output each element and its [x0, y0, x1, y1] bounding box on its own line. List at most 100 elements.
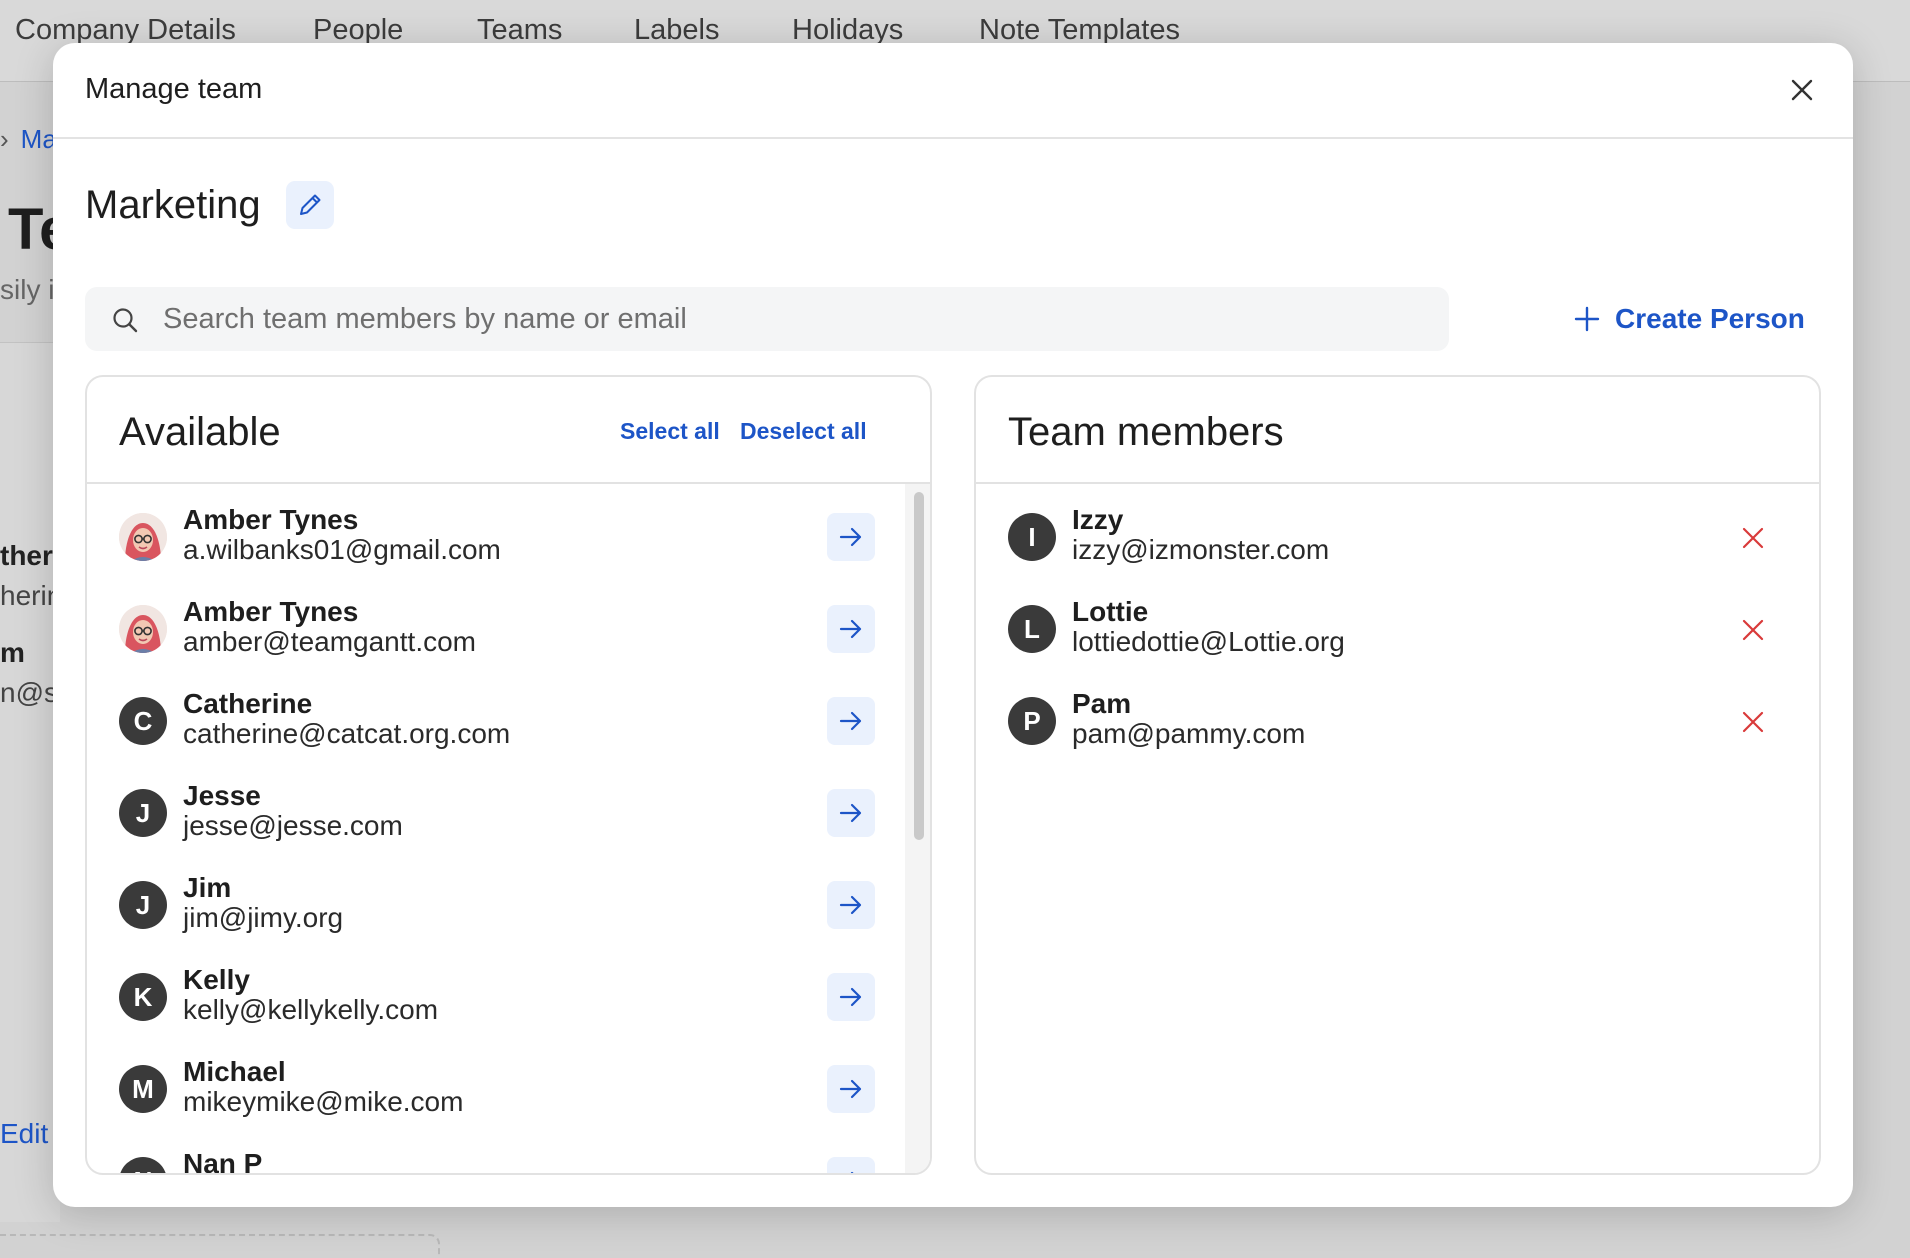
avatar — [119, 513, 167, 561]
edit-team-name-button[interactable] — [286, 181, 334, 229]
search-icon — [113, 308, 138, 333]
add-to-team-button[interactable] — [827, 881, 875, 929]
arrow-right-icon — [850, 1171, 854, 1173]
page-subtitle: sily i — [0, 274, 55, 305]
avatar — [119, 605, 167, 653]
person-name: Amber Tynes — [183, 596, 359, 627]
team-members-title: Team members — [1008, 410, 1284, 454]
list-item: I Izzy izzy@izmonster.com — [976, 490, 1819, 582]
search-input[interactable] — [163, 287, 1433, 351]
select-all-button[interactable]: Select all — [620, 418, 720, 445]
list-item: L Lottie lottiedottie@Lottie.org — [976, 582, 1819, 674]
person-email: a.wilbanks01@gmail.com — [183, 534, 501, 565]
team-name: Marketing — [85, 183, 261, 227]
pencil-icon — [300, 194, 321, 215]
person-name: Michael — [183, 1056, 286, 1087]
arrow-right-icon — [839, 527, 862, 547]
breadcrumb: › Ma — [0, 124, 57, 155]
add-to-team-button[interactable] — [827, 605, 875, 653]
list-item: J Jesse jesse@jesse.com — [87, 766, 930, 858]
list-item: M Michael mikeymike@mike.com — [87, 1042, 930, 1134]
arrow-right-icon — [839, 711, 862, 731]
add-to-team-button[interactable] — [827, 513, 875, 561]
avatar: I — [1008, 513, 1056, 561]
add-to-team-button[interactable] — [827, 1065, 875, 1113]
team-members-list: I Izzy izzy@izmonster.com L Lottie lotti… — [976, 484, 1819, 1173]
person-name: Pam — [1072, 688, 1132, 719]
arrow-right-icon — [839, 803, 862, 823]
background-member-name: ther — [0, 540, 53, 571]
person-email: izzy@izmonster.com — [1072, 534, 1330, 565]
add-to-team-button[interactable] — [827, 973, 875, 1021]
person-name: Catherine — [183, 688, 313, 719]
list-item: Amber Tynes amber@teamgantt.com — [87, 582, 930, 674]
close-icon — [1791, 79, 1813, 101]
person-name: Kelly — [183, 964, 250, 995]
list-item: C Catherine catherine@catcat.org.com — [87, 674, 930, 766]
add-to-team-button[interactable] — [827, 697, 875, 745]
avatar: L — [1008, 605, 1056, 653]
list-item: N Nan P — [87, 1134, 930, 1175]
avatar-photo — [119, 513, 167, 561]
breadcrumb-link[interactable]: Ma — [21, 124, 57, 154]
avatar: J — [119, 881, 167, 929]
modal-header: Manage team — [53, 43, 1853, 139]
scrollbar-thumb[interactable] — [914, 492, 924, 840]
avatar: N — [119, 1157, 167, 1173]
background-team-card — [0, 342, 60, 1222]
person-email: lottiedottie@Lottie.org — [1072, 626, 1345, 657]
avatar: M — [119, 1065, 167, 1113]
available-title: Available — [119, 410, 281, 454]
remove-from-team-button[interactable] — [1733, 610, 1773, 650]
close-button[interactable] — [1785, 73, 1819, 107]
person-email: mikeymike@mike.com — [183, 1086, 464, 1117]
person-email: jesse@jesse.com — [183, 810, 403, 841]
list-item: K Kelly kelly@kellykelly.com — [87, 950, 930, 1042]
arrow-right-icon — [839, 619, 862, 639]
person-email: kelly@kellykelly.com — [183, 994, 439, 1025]
chevron-right-icon: › — [0, 124, 9, 154]
person-name: Nan P — [183, 1148, 263, 1175]
available-panel: Available Select all Deselect all Amber … — [85, 375, 932, 1175]
avatar: C — [119, 697, 167, 745]
x-icon — [1742, 527, 1764, 549]
search-bar — [85, 287, 1449, 351]
person-email: pam@pammy.com — [1072, 718, 1306, 749]
list-item: J Jim jim@jimy.org — [87, 858, 930, 950]
add-to-team-button[interactable] — [827, 1157, 875, 1173]
team-members-panel-header: Team members — [976, 377, 1819, 484]
person-name: Jesse — [183, 780, 261, 811]
avatar: J — [119, 789, 167, 837]
remove-from-team-button[interactable] — [1733, 702, 1773, 742]
avatar: P — [1008, 697, 1056, 745]
avatar-photo — [119, 605, 167, 653]
person-name: Izzy — [1072, 504, 1124, 535]
plus-icon — [1574, 306, 1600, 332]
background-dashed-dropzone — [0, 1234, 440, 1258]
scrollbar[interactable] — [905, 484, 930, 1173]
arrow-right-icon — [839, 1079, 862, 1099]
person-name: Lottie — [1072, 596, 1149, 627]
modal-title: Manage team — [85, 73, 263, 105]
person-name: Jim — [183, 872, 232, 903]
remove-from-team-button[interactable] — [1733, 518, 1773, 558]
x-icon — [1742, 619, 1764, 641]
list-item: Amber Tynes a.wilbanks01@gmail.com — [87, 490, 930, 582]
x-icon — [1742, 711, 1764, 733]
team-members-panel: Team members I Izzy izzy@izmonster.com L… — [974, 375, 1821, 1175]
person-email: amber@teamgantt.com — [183, 626, 476, 657]
manage-team-modal: Manage team Marketing Create Person Avai… — [53, 43, 1853, 1207]
person-email: jim@jimy.org — [183, 902, 344, 933]
person-email: catherine@catcat.org.com — [183, 718, 511, 749]
deselect-all-button[interactable]: Deselect all — [740, 418, 867, 445]
add-to-team-button[interactable] — [827, 789, 875, 837]
create-person-label: Create Person — [1615, 303, 1805, 334]
background-member-name: m — [0, 637, 25, 668]
arrow-right-icon — [839, 895, 862, 915]
available-panel-header: Available Select all Deselect all — [87, 377, 930, 484]
create-person-button[interactable]: Create Person — [1573, 293, 1805, 345]
avatar: K — [119, 973, 167, 1021]
person-name: Amber Tynes — [183, 504, 359, 535]
list-item: P Pam pam@pammy.com — [976, 674, 1819, 766]
available-list: Amber Tynes a.wilbanks01@gmail.com Amber… — [87, 484, 930, 1175]
